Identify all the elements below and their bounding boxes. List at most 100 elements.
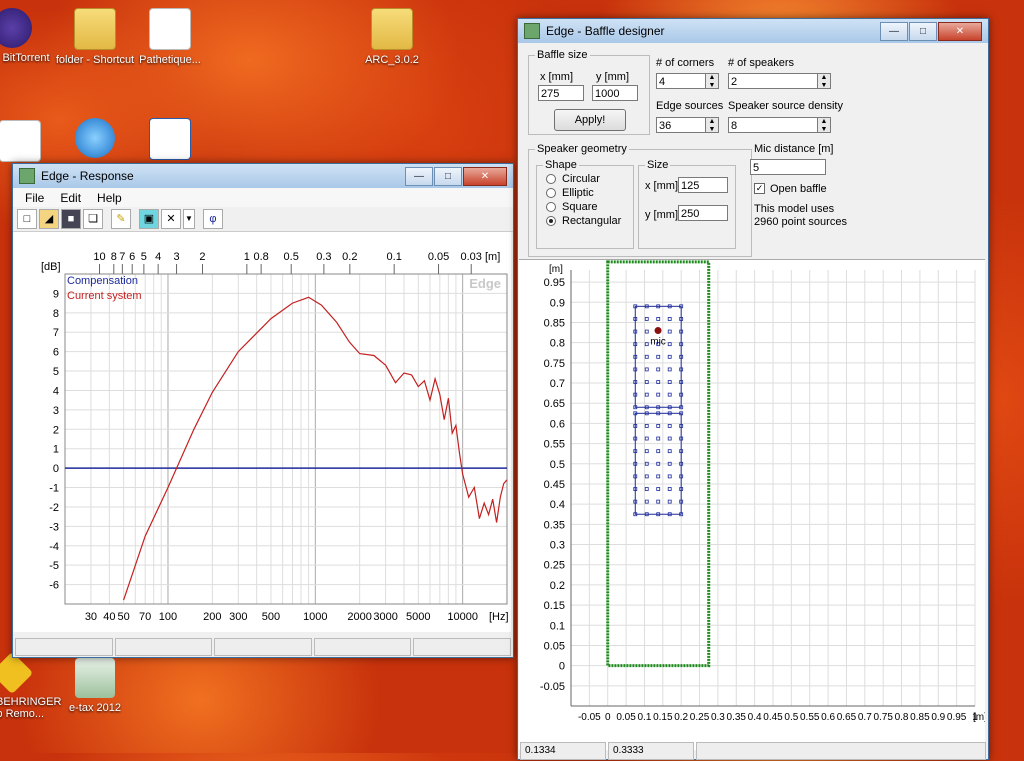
status-cell (313, 638, 412, 656)
baffle-x-input[interactable]: 275 (538, 85, 584, 101)
radio-circular[interactable] (546, 174, 556, 184)
save-icon[interactable]: ■ (61, 209, 81, 229)
menu-file[interactable]: File (17, 191, 52, 205)
baffle-window-titlebar[interactable]: Edge - Baffle designer — □ ✕ (518, 19, 988, 43)
mic-distance-label: Mic distance [m] (754, 143, 834, 155)
mic-distance-input[interactable]: 5 (750, 159, 826, 175)
point-source (667, 392, 672, 397)
document-icon (0, 120, 41, 162)
desktop-icon-pathetique[interactable]: Pathetique... (128, 8, 212, 66)
point-source (667, 449, 672, 454)
edge-sources-label: Edge sources (656, 100, 724, 112)
status-cell-x: 0.1334 (520, 742, 606, 760)
y-tick-label: 0.8 (550, 338, 565, 350)
x-tick-label: 2000 (347, 611, 371, 623)
status-cell (15, 638, 113, 656)
y-tick-label: -2 (49, 502, 59, 514)
baffle-y-input[interactable]: 1000 (592, 85, 638, 101)
x-tick-label: 0.05 (616, 712, 636, 723)
baffle-plot: -0.05 0 0.05 0.1 0.15 0.2 0.25 0.3 0.35 0.4 0.45 0.… (519, 259, 985, 750)
y-tick-label: 0.15 (544, 600, 565, 612)
desktop-icon-bittorrent[interactable]: BitTorrent (0, 8, 54, 64)
minimize-button[interactable]: — (880, 21, 908, 41)
dropdown-arrow-icon[interactable]: ▼ (183, 209, 195, 229)
desktop-icon-word[interactable] (128, 118, 212, 164)
y-tick-label: 0.7 (550, 378, 565, 390)
speakers-spinner[interactable]: ▲ ▼ (817, 73, 831, 89)
pencil-icon[interactable]: ✎ (111, 209, 131, 229)
shape-legend: Shape (545, 159, 577, 171)
maximize-button[interactable]: □ (909, 21, 937, 41)
delete-icon[interactable]: ✕ (161, 209, 181, 229)
density-spinner[interactable]: ▲ ▼ (817, 117, 831, 133)
y-tick-label: 9 (53, 288, 59, 300)
radio-square[interactable] (546, 202, 556, 212)
desktop-icon-itunes[interactable] (53, 118, 137, 162)
x-tick-label: 0.3 (711, 712, 725, 723)
top-tick-label: 8 (111, 251, 117, 263)
x-tick-label: 0.6 (821, 712, 835, 723)
y-tick-label: -0.05 (540, 681, 565, 693)
copy-icon[interactable]: ❏ (83, 209, 103, 229)
behringer-icon (0, 651, 34, 695)
x-tick-label: 3000 (373, 611, 397, 623)
desktop-icon-behringer[interactable]: BEHRINGER Amp Remo... (0, 651, 61, 720)
size-y-label: y [mm] (645, 209, 678, 221)
point-source (644, 424, 649, 428)
maximize-button[interactable]: □ (434, 166, 462, 186)
y-tick-label: 0.6 (550, 418, 565, 430)
window-title: Edge - Response (41, 169, 134, 183)
speakers-input[interactable]: 2 (728, 73, 818, 89)
speaker-icon[interactable]: ▣ (139, 209, 159, 229)
edge-sources-input[interactable]: 36 (656, 117, 706, 133)
speakers-label: # of speakers (728, 57, 795, 69)
response-chart: 9876543210-1-2-3-4-5-6[dB]30 40 50 70 100 200… (13, 232, 511, 632)
new-file-icon[interactable]: □ (17, 209, 37, 229)
toolbar: □ ◢ ■ ❏ ✎ ▣ ✕ ▼ φ (13, 207, 513, 232)
menu-edit[interactable]: Edit (52, 191, 89, 205)
point-source (656, 424, 661, 428)
radio-rectangular[interactable] (546, 216, 556, 226)
size-y-input[interactable]: 250 (678, 205, 728, 221)
response-window-titlebar[interactable]: Edge - Response — □ ✕ (13, 164, 513, 188)
y-tick-label: 0.45 (544, 479, 565, 491)
corners-input[interactable]: 4 (656, 73, 706, 89)
close-button[interactable]: ✕ (938, 21, 982, 41)
window-title: Edge - Baffle designer (546, 24, 665, 38)
speaker-geometry-legend: Speaker geometry (537, 143, 627, 155)
close-button[interactable]: ✕ (463, 166, 507, 186)
desktop-icon-folder-shortcut[interactable]: folder - Shortcut (53, 8, 137, 66)
point-source (644, 499, 649, 504)
minimize-button[interactable]: — (405, 166, 433, 186)
desktop-icon-etax[interactable]: e-tax 2012 (53, 658, 137, 714)
menu-help[interactable]: Help (89, 191, 130, 205)
open-folder-icon[interactable]: ◢ (39, 209, 59, 229)
y-tick-label: -6 (49, 580, 59, 592)
point-source (667, 487, 672, 491)
top-tick-label: 6 (129, 251, 135, 263)
y-tick-label: 0 (559, 661, 565, 673)
folder-icon (371, 8, 413, 50)
point-source (644, 392, 649, 397)
edge-app-icon (524, 23, 540, 39)
edge-sources-spinner[interactable]: ▲ ▼ (705, 117, 719, 133)
y-axis-label: [dB] (41, 261, 61, 273)
radio-elliptic[interactable] (546, 188, 556, 198)
status-cell (696, 742, 986, 760)
desktop-icon-label: Pathetique... (139, 54, 201, 66)
x-tick-label: 30 (85, 611, 97, 623)
x-tick-label: 10000 (447, 611, 478, 623)
density-input[interactable]: 8 (728, 117, 818, 133)
phase-icon[interactable]: φ (203, 209, 223, 229)
open-baffle-checkbox[interactable]: ✓ (754, 183, 765, 194)
y-tick-label: 6 (53, 347, 59, 359)
corners-spinner[interactable]: ▲ ▼ (705, 73, 719, 89)
desktop-icon-label: BitTorrent (2, 52, 50, 64)
desktop-icon-arc[interactable]: ARC_3.0.2 (350, 8, 434, 66)
apply-button[interactable]: Apply! (554, 109, 626, 131)
size-x-input[interactable]: 125 (678, 177, 728, 193)
y-tick-label: 0.9 (550, 297, 565, 309)
x-tick-label: 0.15 (653, 712, 673, 723)
word-document-icon (149, 118, 191, 160)
desktop-icon-label: e-tax 2012 (69, 702, 121, 714)
